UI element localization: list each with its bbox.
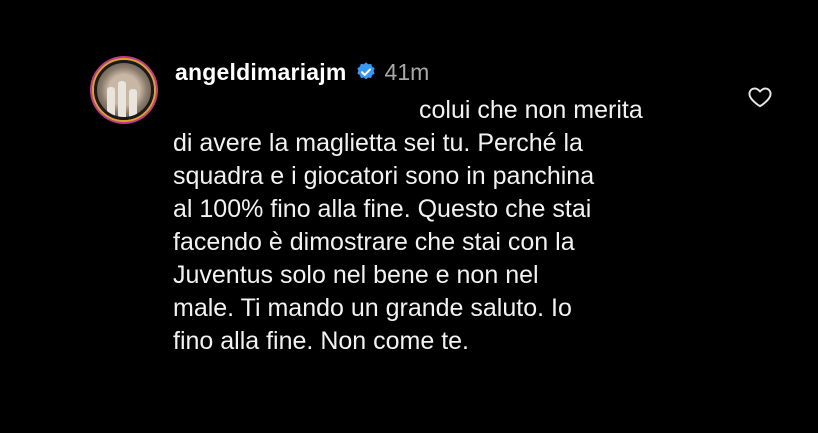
- verified-badge-icon: [356, 62, 375, 80]
- comment-line: colui che non merita: [419, 96, 643, 124]
- comment-text: colui che non merita di avere la magliet…: [173, 94, 733, 358]
- avatar-figure: [107, 87, 115, 117]
- comment-line: facendo è dimostrare che stai con la: [173, 228, 575, 256]
- comment-line: al 100% fino alla fine. Questo che stai: [173, 195, 592, 223]
- comment-line: di avere la maglietta sei tu. Perché la: [173, 129, 583, 157]
- comment-line: male. Ti mando un grande saluto. Io: [173, 294, 572, 322]
- avatar-figure: [129, 89, 137, 117]
- comment-line: squadra e i giocatori sono in panchina: [173, 162, 595, 190]
- comment-screen: angeldimariajm 41m colui che non merita …: [0, 0, 818, 433]
- avatar[interactable]: [94, 60, 154, 120]
- timestamp: 41m: [384, 58, 430, 85]
- heart-outline-icon[interactable]: [747, 84, 773, 110]
- username[interactable]: angeldimariajm: [175, 59, 347, 86]
- comment-header: angeldimariajm 41m: [175, 56, 429, 88]
- comment-line: fino alla fine. Non come te.: [173, 327, 469, 355]
- avatar-figure: [118, 81, 126, 117]
- comment-line: Juventus solo nel bene e non nel: [173, 261, 539, 289]
